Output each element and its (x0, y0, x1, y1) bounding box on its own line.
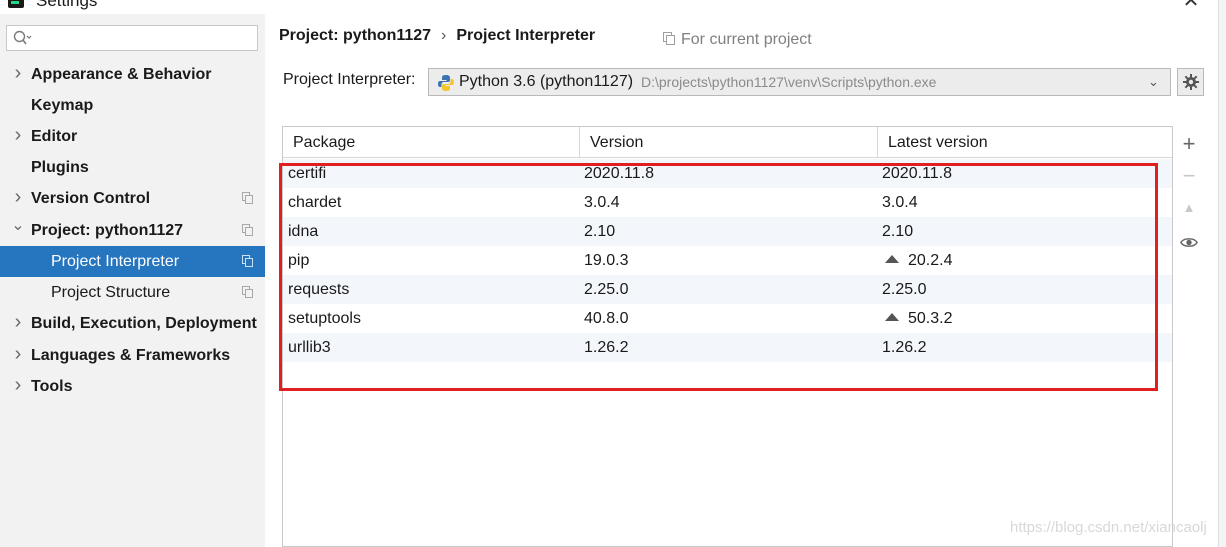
chevron-right-icon[interactable]: › (10, 59, 26, 90)
copy-icon (242, 224, 253, 236)
window-title: Settings (36, 0, 98, 10)
add-package-icon[interactable]: + (1177, 132, 1201, 156)
chevron-down-icon[interactable]: ⌄ (1148, 69, 1162, 95)
copy-icon (242, 255, 253, 267)
table-header: Package Version Latest version (283, 127, 1172, 158)
close-icon[interactable]: ✕ (1180, 0, 1202, 12)
annotation-highlight-box (279, 163, 1158, 391)
chevron-right-icon[interactable]: › (10, 371, 26, 402)
interpreter-path: D:\projects\python1127\venv\Scripts\pyth… (641, 74, 937, 90)
chevron-right-icon[interactable]: › (10, 308, 26, 339)
settings-sidebar: › Appearance & Behavior Keymap › Editor Plugi… (0, 14, 265, 547)
sidebar-item-build-execution-deployment[interactable]: › Build, Execution, Deployment (0, 308, 265, 339)
chevron-right-icon[interactable]: › (10, 121, 26, 152)
window-edge (1218, 0, 1226, 547)
column-header-package[interactable]: Package (283, 127, 579, 158)
sidebar-item-project-python1127[interactable]: ⌄ Project: python1127 (0, 215, 265, 246)
remove-package-icon[interactable]: − (1177, 164, 1201, 188)
sidebar-item-label: Build, Execution, Deployment (31, 315, 257, 332)
sidebar-item-label: Tools (31, 378, 73, 395)
sidebar-item-keymap[interactable]: Keymap (0, 90, 265, 121)
sidebar-item-tools[interactable]: › Tools (0, 371, 265, 402)
chevron-right-icon[interactable]: › (10, 183, 26, 214)
breadcrumb-separator: › (441, 27, 447, 44)
watermark-text: https://blog.csdn.net/xiancaolj (1010, 519, 1207, 536)
breadcrumb: Project: python1127 › Project Interpreter (279, 27, 595, 45)
sidebar-item-languages-frameworks[interactable]: › Languages & Frameworks (0, 340, 265, 371)
copy-icon (242, 192, 253, 204)
pycharm-logo-icon (8, 0, 24, 8)
sidebar-item-label: Project Interpreter (51, 253, 180, 270)
sidebar-item-label: Appearance & Behavior (31, 66, 212, 83)
sidebar-item-label: Plugins (31, 159, 89, 176)
upgrade-package-icon[interactable]: ▲ (1177, 196, 1201, 220)
sidebar-item-editor[interactable]: › Editor (0, 121, 265, 152)
sidebar-item-label: Editor (31, 128, 78, 145)
chevron-down-icon[interactable]: ⌄ (10, 215, 26, 246)
settings-search-input[interactable] (6, 25, 258, 51)
search-icon (13, 30, 32, 45)
sidebar-item-label: Project Structure (51, 284, 171, 301)
sidebar-item-appearance-behavior[interactable]: › Appearance & Behavior (0, 59, 265, 90)
copy-icon (242, 286, 253, 298)
sidebar-item-label: Languages & Frameworks (31, 347, 231, 364)
scope-note-text: For current project (681, 31, 812, 48)
sidebar-item-project-interpreter[interactable]: Project Interpreter (0, 246, 265, 277)
packages-toolbar: + − ▲ (1173, 126, 1205, 547)
sidebar-item-label: Keymap (31, 97, 94, 114)
title-bar: Settings ✕ (0, 0, 1226, 14)
gear-icon (1183, 74, 1199, 90)
column-header-version[interactable]: Version (579, 127, 877, 158)
scope-note: For current project (663, 31, 812, 49)
copy-icon (663, 32, 675, 45)
breadcrumb-project[interactable]: Project: python1127 (279, 27, 431, 44)
interpreter-select[interactable]: Python 3.6 (python1127) D:\projects\pyth… (428, 68, 1171, 96)
sidebar-item-version-control[interactable]: › Version Control (0, 183, 265, 214)
column-header-latest-version[interactable]: Latest version (877, 127, 1172, 158)
eye-icon[interactable] (1177, 229, 1201, 253)
interpreter-settings-button[interactable] (1177, 68, 1204, 96)
chevron-right-icon[interactable]: › (10, 340, 26, 371)
interpreter-label: Project Interpreter: (283, 71, 416, 88)
sidebar-item-plugins[interactable]: Plugins (0, 152, 265, 183)
python-logo-icon (438, 75, 454, 91)
breadcrumb-page: Project Interpreter (456, 27, 596, 44)
sidebar-item-label: Project: python1127 (31, 222, 184, 239)
sidebar-item-project-structure[interactable]: Project Structure (0, 277, 265, 308)
interpreter-name: Python 3.6 (python1127) (459, 73, 634, 90)
sidebar-item-label: Version Control (31, 190, 151, 207)
